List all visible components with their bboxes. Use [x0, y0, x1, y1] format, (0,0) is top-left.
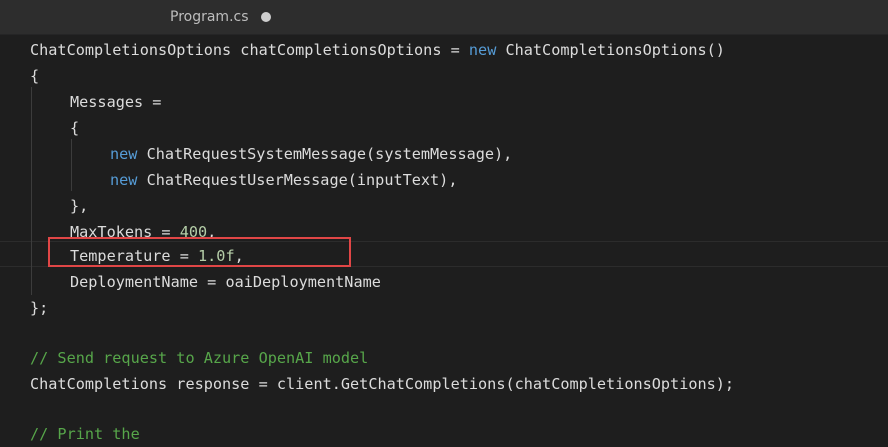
- keyword-new: new: [110, 171, 138, 189]
- tab-program-cs[interactable]: Program.cs: [150, 0, 271, 34]
- code-line-7: },: [70, 197, 89, 215]
- code-line-11: };: [30, 299, 49, 317]
- tab-filename: Program.cs: [170, 9, 249, 25]
- code-line-10: DeploymentName = oaiDeploymentName: [70, 273, 381, 291]
- code-line-13: ChatCompletions response = client.GetCha…: [30, 375, 735, 393]
- code-comment-line: // Print the: [30, 425, 140, 443]
- code-text: ChatCompletionsOptions(): [496, 41, 725, 59]
- code-line-4: {: [70, 119, 80, 137]
- indent-guide: [31, 87, 32, 295]
- code-line-3: Messages =: [70, 93, 162, 111]
- code-text: ChatRequestSystemMessage(systemMessage),: [137, 145, 513, 163]
- code-text: ChatCompletionsOptions chatCompletionsOp…: [30, 41, 469, 59]
- indent-guide: [71, 139, 72, 191]
- code-editor[interactable]: ChatCompletionsOptions chatCompletionsOp…: [0, 35, 888, 443]
- highlight-box-temperature: [48, 237, 351, 267]
- keyword-new: new: [110, 145, 138, 163]
- code-line-5: new ChatRequestSystemMessage(systemMessa…: [110, 141, 512, 167]
- code-line-1: ChatCompletionsOptions chatCompletionsOp…: [30, 37, 725, 63]
- editor-tab-bar: Program.cs: [0, 0, 888, 35]
- unsaved-dot-icon[interactable]: [260, 12, 271, 22]
- code-line-2: {: [30, 67, 40, 85]
- code-text: ChatRequestUserMessage(inputText),: [137, 171, 458, 189]
- code-comment-line: // Send request to Azure OpenAI model: [30, 349, 369, 367]
- code-line-6: new ChatRequestUserMessage(inputText),: [110, 167, 457, 193]
- keyword-new: new: [468, 41, 497, 59]
